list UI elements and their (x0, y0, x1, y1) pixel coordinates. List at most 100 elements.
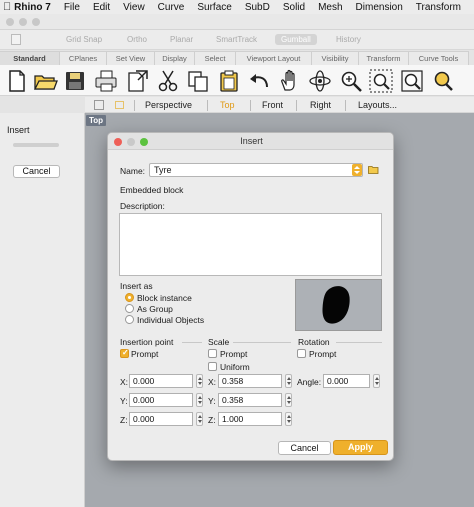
zoom-window-icon[interactable] (368, 68, 394, 94)
insertion-z-label: Z: (120, 415, 128, 425)
scale-x-stepper[interactable] (285, 374, 292, 388)
tab-curve-tools[interactable]: Curve Tools (409, 51, 469, 65)
tab-viewport-layout[interactable]: Viewport Layout (236, 51, 312, 65)
paste-icon[interactable] (216, 68, 242, 94)
block-name-select[interactable]: Tyre (149, 163, 363, 177)
tab-set-view[interactable]: Set View (107, 51, 155, 65)
insertion-prompt-checkbox[interactable] (120, 348, 129, 358)
scale-x-label: X: (208, 377, 217, 387)
browse-folder-icon[interactable] (368, 164, 379, 175)
description-textarea[interactable] (119, 213, 382, 276)
rotation-prompt-checkbox[interactable] (297, 349, 306, 358)
tab-layouts[interactable]: Layouts... (358, 100, 397, 110)
toggle-ortho[interactable]: Ortho (127, 35, 147, 44)
rotation-angle-stepper[interactable] (373, 374, 380, 388)
scale-prompt-label: Prompt (220, 349, 248, 359)
radio-as-group[interactable] (125, 304, 134, 313)
command-panel: Insert Cancel (0, 113, 85, 507)
menu-edit[interactable]: Edit (93, 2, 110, 13)
minimize-window-button[interactable] (19, 18, 27, 26)
tab-visibility[interactable]: Visibility (312, 51, 359, 65)
rotate-view-icon[interactable] (307, 68, 333, 94)
zoom-icon[interactable] (338, 68, 364, 94)
open-folder-icon[interactable] (32, 68, 58, 94)
menu-subd[interactable]: SubD (245, 2, 270, 13)
viewport-title-label[interactable]: Top (86, 115, 106, 126)
menu-transform[interactable]: Transform (416, 2, 461, 13)
tab-right[interactable]: Right (310, 100, 331, 110)
tab-display[interactable]: Display (155, 51, 195, 65)
scale-uniform-checkbox[interactable] (208, 362, 217, 371)
menu-dimension[interactable]: Dimension (356, 2, 403, 13)
scale-x-input[interactable]: 0.358 (218, 374, 282, 388)
menu-solid[interactable]: Solid (283, 2, 305, 13)
tab-cplanes[interactable]: CPlanes (60, 51, 107, 65)
scale-prompt-checkbox[interactable] (208, 349, 217, 358)
menu-file[interactable]: File (64, 2, 80, 13)
scale-y-input[interactable]: 0.358 (218, 393, 282, 407)
toggle-gumball[interactable]: Gumball (275, 34, 317, 45)
tab-perspective[interactable]: Perspective (145, 100, 192, 110)
print-icon[interactable] (93, 68, 119, 94)
insertion-y-stepper[interactable] (196, 393, 203, 407)
close-window-button[interactable] (6, 18, 14, 26)
cut-icon[interactable] (155, 68, 181, 94)
grid-layout-icon[interactable] (94, 100, 104, 110)
pan-hand-icon[interactable] (277, 68, 303, 94)
radio-block-instance[interactable] (125, 293, 134, 302)
standard-toolbar (0, 65, 474, 96)
scale-z-input[interactable]: 1.000 (218, 412, 282, 426)
insertion-prompt-label: Prompt (131, 349, 159, 359)
radio-individual-objects[interactable] (125, 315, 134, 324)
save-icon[interactable] (62, 68, 88, 94)
toggle-history[interactable]: History (336, 35, 361, 44)
dialog-close-button[interactable] (114, 138, 122, 146)
import-icon[interactable] (124, 68, 150, 94)
toggle-grid-snap[interactable]: Grid Snap (66, 35, 102, 44)
copy-icon[interactable] (185, 68, 211, 94)
window-titlebar (0, 14, 474, 30)
menu-app[interactable]: Rhino 7 (14, 2, 51, 13)
undo-icon[interactable] (247, 68, 273, 94)
panel-cancel-button[interactable]: Cancel (13, 165, 60, 178)
insertion-x-stepper[interactable] (196, 374, 203, 388)
apple-icon[interactable]:  (0, 1, 14, 13)
dialog-zoom-button[interactable] (140, 138, 148, 146)
insertion-x-label: X: (120, 377, 129, 387)
scale-z-label: Z: (208, 415, 216, 425)
scale-z-stepper[interactable] (285, 412, 292, 426)
radio-individual-objects-label: Individual Objects (137, 315, 205, 325)
single-layout-icon[interactable] (115, 101, 124, 109)
command-prompt-label: Insert (7, 125, 30, 135)
zoom-window-button[interactable] (32, 18, 40, 26)
insertion-x-input[interactable]: 0.000 (129, 374, 193, 388)
new-file-icon[interactable] (4, 68, 30, 94)
menu-surface[interactable]: Surface (197, 2, 231, 13)
menu-bar:  Rhino 7 File Edit View Curve Surface S… (0, 0, 474, 14)
tab-select[interactable]: Select (195, 51, 236, 65)
panels-toggle-icon[interactable] (11, 34, 21, 45)
tab-top[interactable]: Top (220, 100, 235, 110)
name-label: Name: (120, 166, 146, 176)
insertion-z-input[interactable]: 0.000 (129, 412, 193, 426)
insertion-z-stepper[interactable] (196, 412, 203, 426)
name-dropdown-chevron-icon[interactable] (352, 164, 362, 176)
scale-y-stepper[interactable] (285, 393, 292, 407)
tab-standard[interactable]: Standard (0, 51, 60, 65)
insertion-y-input[interactable]: 0.000 (129, 393, 193, 407)
toolbar-tabs: Standard CPlanes Set View Display Select… (0, 51, 474, 65)
rotation-angle-input[interactable]: 0.000 (323, 374, 370, 388)
menu-mesh[interactable]: Mesh (318, 2, 342, 13)
dialog-apply-button[interactable]: Apply (333, 440, 388, 455)
tab-transform[interactable]: Transform (359, 51, 409, 65)
scale-uniform-label: Uniform (220, 362, 250, 372)
toggle-smarttrack[interactable]: SmartTrack (216, 35, 257, 44)
zoom-extents-icon[interactable] (399, 68, 425, 94)
dialog-title: Insert (108, 133, 393, 150)
zoom-selected-icon[interactable] (430, 68, 456, 94)
menu-curve[interactable]: Curve (158, 2, 185, 13)
toggle-planar[interactable]: Planar (170, 35, 193, 44)
dialog-cancel-button[interactable]: Cancel (278, 441, 331, 455)
tab-front[interactable]: Front (262, 100, 283, 110)
menu-view[interactable]: View (123, 2, 145, 13)
